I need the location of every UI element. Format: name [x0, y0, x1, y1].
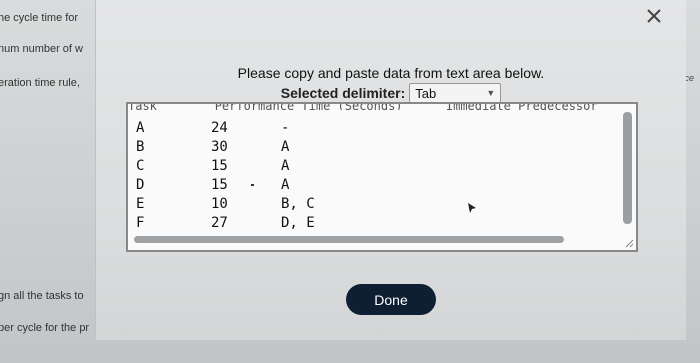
time-cell: 15	[211, 177, 228, 193]
delimiter-select[interactable]: Tab ▼	[409, 83, 502, 103]
time-cell: 10	[211, 196, 228, 212]
pred-cell: -	[281, 120, 290, 136]
data-row: D 15 A	[136, 176, 315, 195]
pred-cell: A	[281, 177, 290, 193]
data-row: E 10 B, C	[136, 195, 315, 214]
task-cell: E	[136, 196, 145, 212]
task-cell: C	[136, 158, 145, 174]
chevron-down-icon: ▼	[486, 88, 496, 98]
task-cell: F	[136, 215, 145, 231]
bg-line-4: gn all the tasks to	[0, 290, 84, 302]
mouse-cursor-icon	[468, 203, 476, 213]
data-grid: A 24 - B 30 A C 15 A D 15 A E 10 B, C F …	[136, 119, 315, 233]
bg-line-1: he cycle time for	[0, 12, 79, 24]
delimiter-value: Tab	[415, 85, 437, 101]
pred-cell: B, C	[281, 196, 315, 212]
horizontal-scrollbar[interactable]	[134, 236, 564, 243]
data-row: C 15 A	[136, 157, 315, 176]
data-row: A 24 -	[136, 119, 315, 138]
task-cell: A	[136, 120, 145, 136]
done-button[interactable]: Done	[346, 284, 436, 315]
close-icon[interactable]	[644, 6, 664, 26]
resize-grip-icon[interactable]	[624, 238, 634, 248]
data-row: F 27 D, E	[136, 214, 315, 233]
time-cell: 24	[211, 120, 228, 136]
bg-line-2: num number of w	[0, 43, 83, 55]
time-cell: 15	[211, 158, 228, 174]
bg-line-3: eration time rule,	[0, 77, 80, 89]
time-cell: 27	[211, 215, 228, 231]
paste-data-dialog: Please copy and paste data from text are…	[95, 0, 686, 340]
data-text-area[interactable]: Task Performance Time (Seconds) Immediat…	[126, 102, 638, 252]
time-cell: 30	[211, 139, 228, 155]
pred-cell: D, E	[281, 215, 315, 231]
partial-header-row: Task Performance Time (Seconds) Immediat…	[128, 102, 598, 110]
task-cell: B	[136, 139, 145, 155]
instruction-text: Please copy and paste data from text are…	[237, 65, 545, 81]
data-row: B 30 A	[136, 138, 315, 157]
stray-mark	[251, 184, 254, 186]
bg-line-5: per cycle for the pr	[0, 322, 90, 334]
task-cell: D	[136, 177, 145, 193]
pred-cell: A	[281, 158, 290, 174]
delimiter-label: Selected delimiter:	[280, 85, 406, 101]
delimiter-row: Selected delimiter: Tab ▼	[96, 82, 686, 104]
pred-cell: A	[281, 139, 290, 155]
vertical-scrollbar[interactable]	[623, 112, 632, 224]
